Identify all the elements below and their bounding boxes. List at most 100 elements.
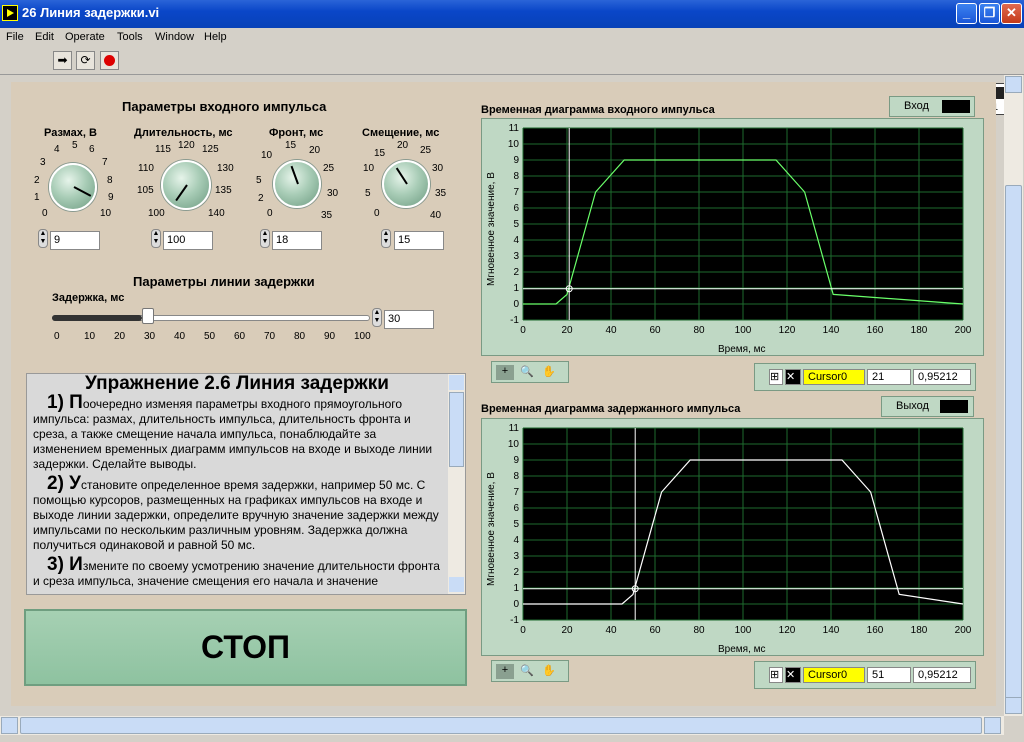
stop-button[interactable]: СТОП	[24, 609, 467, 686]
menu-window[interactable]: Window	[155, 31, 194, 43]
knob-tick: 4	[54, 144, 60, 155]
minimize-button[interactable]: _	[956, 3, 977, 24]
instructions-textbox[interactable]: Упражнение 2.6 Линия задержки 1) Поочере…	[26, 373, 466, 595]
cursor-x[interactable]: 51	[867, 667, 911, 683]
maximize-button[interactable]: ❐	[979, 3, 1000, 24]
pan-hand-icon[interactable]: ✋	[540, 365, 558, 380]
textbox-scroll-thumb[interactable]	[449, 392, 464, 467]
pan-hand-icon[interactable]: ✋	[540, 664, 558, 679]
scroll-up-icon[interactable]	[449, 375, 464, 390]
x-tick-label: 100	[735, 625, 752, 636]
knob-tick: 8	[107, 175, 113, 186]
slider-tick-label: 90	[324, 331, 336, 342]
slider-tick-label: 10	[84, 331, 96, 342]
run-arrow-icon[interactable]: ➡	[53, 51, 72, 70]
y-tick-label: 2	[513, 267, 519, 278]
offset-knob[interactable]	[382, 160, 430, 208]
scroll-right-icon[interactable]	[984, 717, 1001, 734]
y-tick-label: 10	[508, 139, 520, 150]
chart1-plot[interactable]: 0 20 40 60 80 100 120 140 160 180 200-101234567891…	[481, 118, 984, 356]
vertical-scroll-thumb[interactable]	[1005, 185, 1022, 705]
horizontal-scroll-thumb[interactable]	[20, 717, 982, 734]
legend-line-icon	[942, 100, 970, 113]
delay-spinner[interactable]: ▲ ▼	[372, 308, 382, 327]
chart2-plot[interactable]: 0 20 40 60 80 100 120 140 160 180 200-101234567891…	[481, 418, 984, 656]
cursor-name[interactable]: Cursor0	[803, 369, 865, 385]
knob-duration-label: Длительность, мс	[134, 127, 233, 139]
knob-tick: 3	[40, 157, 46, 168]
cursor-move-icon[interactable]: +	[496, 664, 514, 679]
amplitude-spinner[interactable]: ▲ ▼	[38, 229, 48, 248]
knob-tick: 140	[208, 208, 225, 219]
offset-input[interactable]: 15	[394, 231, 444, 250]
duration-input[interactable]: 100	[163, 231, 213, 250]
chart1-legend[interactable]: Вход	[889, 96, 975, 117]
x-tick-label: 60	[649, 625, 661, 636]
slider-tick-label: 30	[144, 331, 156, 342]
x-tick-label: 0	[520, 325, 526, 336]
offset-spinner[interactable]: ▲ ▼	[381, 229, 391, 248]
delay-slider-thumb[interactable]	[142, 308, 154, 324]
cursor-name[interactable]: Cursor0	[803, 667, 865, 683]
menu-edit[interactable]: Edit	[35, 31, 54, 43]
y-tick-label: 7	[513, 487, 519, 498]
close-button[interactable]: ✕	[1001, 3, 1022, 24]
run-continuously-icon[interactable]: ⟳	[76, 51, 95, 70]
knob-tick: 105	[137, 185, 154, 196]
front-knob[interactable]	[273, 160, 321, 208]
chart1-cursor-legend[interactable]: ⊞ ✕ Cursor0 21 0,95212	[754, 363, 976, 391]
x-tick-label: 140	[823, 625, 840, 636]
scroll-down-icon[interactable]	[449, 577, 464, 592]
y-tick-label: 3	[513, 251, 519, 262]
zoom-icon[interactable]: 🔍	[518, 365, 536, 380]
expand-icon[interactable]: ⊞	[769, 369, 783, 385]
amplitude-knob[interactable]	[49, 163, 97, 211]
menu-operate[interactable]: Operate	[65, 31, 105, 43]
knob-tick: 15	[285, 140, 297, 151]
abort-execution-icon[interactable]	[100, 51, 119, 70]
cursor-move-icon[interactable]: +	[496, 365, 514, 380]
cursor-y[interactable]: 0,95212	[913, 369, 971, 385]
knob-tick: 2	[34, 175, 40, 186]
chart2-legend[interactable]: Выход	[881, 396, 974, 417]
cursor-style-icon[interactable]: ✕	[785, 667, 801, 683]
cursor-style-icon[interactable]: ✕	[785, 369, 801, 385]
cursor-x[interactable]: 21	[867, 369, 911, 385]
x-tick-label: 0	[520, 625, 526, 636]
toolbar: ➡ ⟳ 1	[0, 47, 1024, 115]
horizontal-scrollbar[interactable]	[0, 716, 1004, 735]
menu-tools[interactable]: Tools	[117, 31, 143, 43]
front-input[interactable]: 18	[272, 231, 322, 250]
y-tick-label: 0	[513, 599, 519, 610]
delay-input[interactable]: 30	[384, 310, 434, 329]
paragraph-1: 1) Поочередно изменяя параметры входного…	[33, 392, 433, 471]
menu-help[interactable]: Help	[204, 31, 227, 43]
knob-tick: 10	[363, 163, 375, 174]
scroll-down-icon[interactable]	[1005, 697, 1022, 714]
duration-spinner[interactable]: ▲ ▼	[151, 229, 161, 248]
y-tick-label: 1	[513, 583, 519, 594]
zoom-icon[interactable]: 🔍	[518, 664, 536, 679]
duration-knob[interactable]	[161, 160, 211, 210]
vertical-scrollbar[interactable]	[1004, 75, 1023, 716]
x-tick-label: 180	[911, 325, 928, 336]
cursor-y[interactable]: 0,95212	[913, 667, 971, 683]
expand-icon[interactable]: ⊞	[769, 667, 783, 683]
window-title: 26 Линия задержки.vi	[22, 5, 160, 20]
menu-bar: File Edit Operate Tools Window Help	[0, 28, 1024, 47]
knob-tick: 20	[309, 145, 321, 156]
scroll-up-icon[interactable]	[1005, 76, 1022, 93]
x-tick-label: 60	[649, 325, 661, 336]
textbox-scrollbar[interactable]	[448, 374, 465, 594]
scroll-left-icon[interactable]	[1, 717, 18, 734]
chart2-cursor-legend[interactable]: ⊞ ✕ Cursor0 51 0,95212	[754, 661, 976, 689]
knob-tick: 125	[202, 144, 219, 155]
y-tick-label: 4	[513, 535, 519, 546]
chart2-title: Временная диаграмма задержанного импульс…	[481, 403, 741, 415]
x-tick-label: 20	[561, 625, 573, 636]
front-spinner[interactable]: ▲ ▼	[260, 229, 270, 248]
knob-tick: 2	[258, 193, 264, 204]
menu-file[interactable]: File	[6, 31, 24, 43]
amplitude-input[interactable]: 9	[50, 231, 100, 250]
knob-amplitude-label: Размах, В	[44, 127, 97, 139]
